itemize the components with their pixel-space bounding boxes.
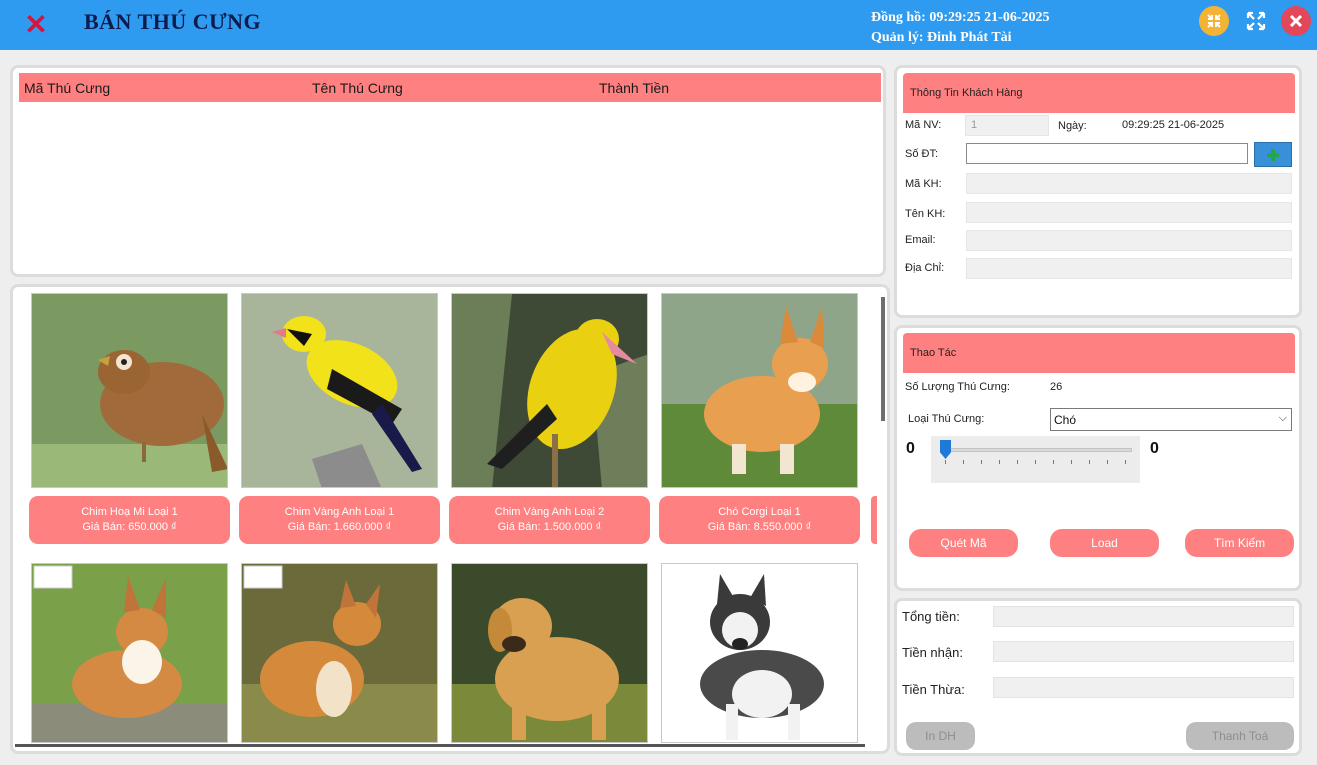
received-field[interactable] — [993, 641, 1294, 662]
search-button[interactable]: Tìm Kiếm — [1185, 529, 1294, 557]
slider-tick — [1125, 460, 1126, 464]
slider-thumb[interactable] — [940, 440, 951, 459]
dog-photo-icon[interactable] — [661, 293, 858, 488]
change-field[interactable] — [993, 677, 1294, 698]
manager-text: Quản lý: Đinh Phát Tài — [871, 30, 1012, 45]
maximize-icon[interactable] — [1241, 6, 1271, 36]
product-label[interactable]: Chim Hoạ Mi Loại 1 Giá Bán: 650.000 ₫ — [29, 496, 230, 544]
slider-max-readout: 0 — [1150, 440, 1159, 457]
slider-track — [942, 448, 1132, 452]
staff-id-label: Mã NV: — [905, 119, 942, 131]
customer-info-header: Thông Tin Khách Hàng — [903, 73, 1295, 113]
dog-photo-icon[interactable] — [241, 563, 438, 743]
pet-count-value: 26 — [1050, 381, 1063, 393]
column-header-pet-name[interactable]: Tên Thú Cưng — [312, 80, 403, 96]
add-customer-button[interactable] — [1254, 142, 1292, 167]
slider-tick — [1035, 460, 1036, 464]
slider-tick — [1017, 460, 1018, 464]
product-price: Giá Bán: 8.550.000 ₫ — [707, 521, 812, 533]
load-button[interactable]: Load — [1050, 529, 1159, 557]
close-window-icon[interactable] — [1281, 6, 1311, 36]
next-card-edge — [871, 496, 877, 544]
customer-name-field[interactable] — [966, 202, 1292, 223]
pet-type-select[interactable]: Chó ⌵ — [1050, 408, 1292, 431]
cart-table-header: Mã Thú Cưng Tên Thú Cưng Thành Tiền — [19, 73, 881, 102]
customer-id-label: Mã KH: — [905, 178, 942, 190]
received-label: Tiền nhận: — [902, 645, 963, 660]
pet-type-label: Loại Thú Cưng: — [908, 413, 985, 425]
total-field[interactable] — [993, 606, 1294, 627]
dog-photo-icon[interactable] — [31, 563, 228, 743]
horizontal-scrollbar[interactable] — [15, 744, 865, 747]
product-grid-panel[interactable]: Chim Hoạ Mi Loại 1 Giá Bán: 650.000 ₫ Ch… — [10, 284, 890, 754]
title-bar: ✕ BÁN THÚ CƯNG Đồng hồ: 09:29:25 21-06-2… — [0, 0, 1317, 50]
product-name: Chim Hoạ Mi Loại 1 — [81, 506, 178, 518]
total-label: Tổng tiền: — [902, 609, 960, 624]
close-icon[interactable]: ✕ — [22, 10, 50, 40]
scan-code-button[interactable]: Quét Mã — [909, 529, 1018, 557]
slider-min-readout: 0 — [906, 440, 915, 457]
staff-id-field[interactable]: 1 — [965, 115, 1049, 136]
product-label[interactable]: Chim Vàng Anh Loại 1 Giá Bán: 1.660.000 … — [239, 496, 440, 544]
date-label: Ngày: — [1058, 120, 1087, 132]
slider-tick — [981, 460, 982, 464]
date-value: 09:29:25 21-06-2025 — [1122, 119, 1225, 131]
customer-name-label: Tên KH: — [905, 208, 946, 220]
minimize-icon[interactable] — [1199, 6, 1229, 36]
cart-panel: Mã Thú Cưng Tên Thú Cưng Thành Tiền — [10, 65, 886, 277]
bird-photo-icon[interactable] — [451, 293, 648, 488]
clock-info: Đồng hồ: 09:29:25 21-06-2025 Quản lý: Đi… — [871, 8, 1050, 48]
email-label: Email: — [905, 234, 936, 246]
slider-tick — [963, 460, 964, 464]
slider-tick — [1053, 460, 1054, 464]
slider-tick — [999, 460, 1000, 464]
price-slider[interactable] — [931, 436, 1140, 483]
product-name: Chó Corgi Loại 1 — [718, 506, 801, 518]
product-price: Giá Bán: 650.000 ₫ — [82, 521, 177, 533]
dog-photo-icon[interactable] — [661, 563, 858, 743]
product-label[interactable]: Chim Vàng Anh Loại 2 Giá Bán: 1.500.000 … — [449, 496, 650, 544]
slider-tick — [1071, 460, 1072, 464]
slider-tick — [1089, 460, 1090, 464]
page-title: BÁN THÚ CƯNG — [84, 9, 262, 34]
email-field[interactable] — [966, 230, 1292, 251]
address-label: Địa Chỉ: — [905, 262, 945, 274]
slider-tick — [945, 460, 946, 464]
operations-header: Thao Tác — [903, 333, 1295, 373]
pet-count-label: Số Lượng Thú Cưng: — [905, 381, 1010, 393]
slider-tick — [1107, 460, 1108, 464]
change-label: Tiền Thừa: — [902, 682, 965, 697]
product-name: Chim Vàng Anh Loại 1 — [284, 506, 395, 518]
product-price: Giá Bán: 1.500.000 ₫ — [497, 521, 602, 533]
product-price: Giá Bán: 1.660.000 ₫ — [287, 521, 392, 533]
print-invoice-button[interactable]: In DH — [906, 722, 975, 750]
vertical-scrollbar[interactable] — [881, 297, 885, 421]
chevron-down-icon: ⌵ — [1278, 412, 1287, 424]
checkout-button[interactable]: Thanh Toá — [1186, 722, 1294, 750]
phone-input[interactable] — [966, 143, 1248, 164]
plus-icon — [1267, 148, 1279, 161]
bird-photo-icon[interactable] — [241, 293, 438, 488]
column-header-pet-id[interactable]: Mã Thú Cưng — [24, 80, 110, 96]
address-field[interactable] — [966, 258, 1292, 279]
customer-id-field[interactable] — [966, 173, 1292, 194]
clock-text: Đồng hồ: 09:29:25 21-06-2025 — [871, 10, 1050, 25]
product-name: Chim Vàng Anh Loại 2 — [494, 506, 605, 518]
phone-label: Số ĐT: — [905, 148, 939, 160]
product-label[interactable]: Chó Corgi Loại 1 Giá Bán: 8.550.000 ₫ — [659, 496, 860, 544]
dog-photo-icon[interactable] — [451, 563, 648, 743]
pet-type-selected: Chó — [1054, 413, 1077, 427]
bird-photo-icon[interactable] — [31, 293, 228, 488]
column-header-amount[interactable]: Thành Tiền — [599, 80, 669, 96]
